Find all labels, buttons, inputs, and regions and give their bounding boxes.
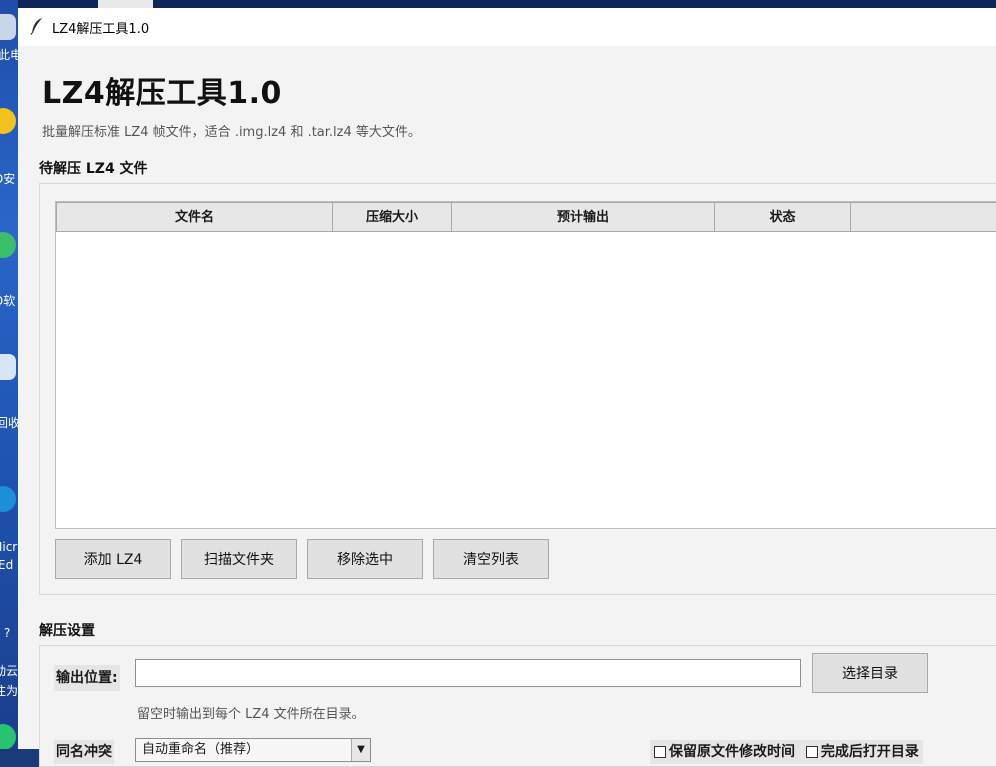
conflict-policy-select[interactable]: 自动重命名（推荐） ▼ — [135, 738, 371, 762]
column-header-extra[interactable] — [850, 202, 996, 232]
output-location-hint: 留空时输出到每个 LZ4 文件所在目录。 — [137, 707, 365, 722]
scan-folder-button[interactable]: 扫描文件夹 — [181, 539, 297, 579]
desktop-label: D安 — [0, 172, 16, 186]
desktop-label: Micr — [0, 540, 18, 554]
files-section-label: 待解压 LZ4 文件 — [39, 161, 148, 177]
chevron-down-icon[interactable]: ▼ — [351, 739, 370, 761]
conflict-policy-label: 同名冲突 — [54, 740, 114, 764]
choose-directory-button[interactable]: 选择目录 — [812, 653, 928, 693]
keep-mtime-label: 保留原文件修改时间 — [669, 744, 795, 760]
window-title: LZ4解压工具1.0 — [52, 22, 150, 37]
feather-icon — [30, 18, 42, 35]
output-location-label: 输出位置: — [54, 665, 120, 691]
desktop-top-strip — [18, 0, 996, 8]
table-header: 文件名 压缩大小 预计输出 状态 — [56, 202, 996, 234]
recycle-bin-icon[interactable] — [0, 354, 16, 380]
column-header-filename[interactable]: 文件名 — [56, 202, 333, 232]
keep-mtime-checkbox[interactable] — [654, 746, 666, 758]
desktop-label: 此电 — [0, 48, 18, 62]
settings-section-label: 解压设置 — [39, 623, 95, 639]
security-app-icon[interactable] — [0, 108, 16, 134]
column-header-compressed-size[interactable]: 压缩大小 — [332, 202, 452, 232]
options-row: 保留原文件修改时间 完成后打开目录 — [650, 740, 923, 764]
desktop-label: D软 — [0, 294, 16, 308]
client-area: LZ4解压工具1.0 批量解压标准 LZ4 帧文件，适合 .img.lz4 和 … — [18, 46, 996, 767]
desktop-label: 回收 — [0, 416, 18, 430]
edge-browser-icon[interactable] — [0, 486, 16, 512]
desktop-label: ? — [4, 626, 11, 640]
desktop-label: 动云 — [0, 664, 18, 678]
conflict-policy-value: 自动重命名（推荐） — [142, 742, 260, 757]
file-list-table[interactable]: 文件名 压缩大小 预计输出 状态 — [55, 201, 996, 529]
page-subtitle: 批量解压标准 LZ4 帧文件，适合 .img.lz4 和 .tar.lz4 等大… — [42, 125, 421, 140]
clear-list-button[interactable]: 清空列表 — [433, 539, 549, 579]
desktop-label: Ed — [0, 558, 14, 572]
open-after-label: 完成后打开目录 — [820, 744, 919, 760]
column-header-status[interactable]: 状态 — [714, 202, 851, 232]
add-lz4-button[interactable]: 添加 LZ4 — [55, 539, 171, 579]
app-window: LZ4解压工具1.0 LZ4解压工具1.0 批量解压标准 LZ4 帧文件，适合 … — [18, 8, 996, 767]
taskbar-thumbnail — [98, 0, 153, 8]
desktop-label: 注为 — [0, 684, 18, 698]
page-title: LZ4解压工具1.0 — [42, 76, 282, 111]
column-header-expected-output[interactable]: 预计输出 — [451, 202, 715, 232]
output-location-input[interactable] — [135, 659, 801, 687]
this-pc-icon[interactable] — [0, 14, 16, 40]
software-app-icon[interactable] — [0, 232, 16, 258]
app-icon[interactable] — [0, 724, 16, 749]
title-bar[interactable]: LZ4解压工具1.0 — [18, 8, 996, 46]
desktop-background: 此电 D安 D软 回收 Micr Ed ? 动云 注为 — [0, 0, 18, 749]
open-after-checkbox[interactable] — [805, 746, 818, 758]
remove-selected-button[interactable]: 移除选中 — [307, 539, 423, 579]
